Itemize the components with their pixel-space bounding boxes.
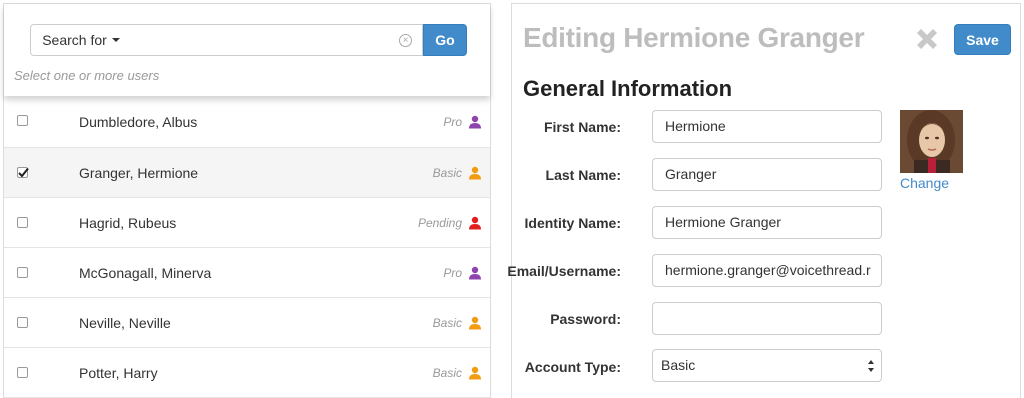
caret-down-icon [111,38,120,42]
user-list: Dumbledore, Albus Pro Granger, Hermione … [4,96,490,398]
user-checkbox[interactable] [17,316,28,328]
user-type: Pro [443,265,462,280]
go-button[interactable]: Go [423,24,467,56]
search-bar: Search for × Go Select one or more users [4,4,490,96]
user-type: Pro [443,114,462,129]
password-field[interactable] [652,302,882,335]
select-arrows-icon [868,360,874,372]
close-icon[interactable] [912,24,942,54]
user-editor-panel: Editing Hermione Granger Save General In… [507,3,1021,398]
search-for-label: Search for [42,32,107,48]
user-name: Hagrid, Rubeus [79,214,177,231]
user-name: McGonagall, Minerva [79,264,212,281]
user-list-panel: Search for × Go Select one or more users… [3,3,491,398]
user-row[interactable]: Neville, Neville Basic [4,298,490,348]
first-name-field[interactable]: Hermione [652,110,882,143]
user-type: Basic [432,165,462,180]
clear-icon[interactable]: × [399,34,412,47]
user-row[interactable]: Hagrid, Rubeus Pending [4,198,490,248]
user-icon [469,316,481,329]
user-row[interactable]: Granger, Hermione Basic [4,148,490,198]
editor-title: Editing Hermione Granger [523,22,865,53]
user-name: Neville, Neville [79,314,171,331]
user-checkbox[interactable] [17,114,28,126]
user-type: Basic [432,315,462,330]
user-checkbox[interactable] [17,366,28,378]
save-button[interactable]: Save [954,24,1011,55]
account-type-label: Account Type: [524,359,621,375]
user-icon [469,166,481,179]
email-label: Email/Username: [507,263,621,279]
search-for-dropdown[interactable]: Search for [30,24,132,56]
avatar [900,110,963,173]
last-name-label: Last Name: [545,167,621,183]
last-name-field[interactable]: Granger [652,158,882,191]
user-type: Pending [417,215,462,230]
password-label: Password: [550,311,621,327]
user-icon [469,216,481,229]
user-checkbox[interactable] [17,266,28,278]
user-icon [469,366,481,379]
identity-name-label: Identity Name: [524,215,621,231]
account-type-value: Basic [661,357,696,373]
account-type-select[interactable]: Basic [652,349,882,382]
search-input[interactable]: × [131,24,423,56]
user-row[interactable]: Potter, Harry Basic [4,348,490,398]
user-row[interactable]: Dumbledore, Albus Pro [4,96,490,148]
identity-name-field[interactable]: Hermione Granger [652,206,882,239]
user-name: Potter, Harry [79,364,158,381]
user-row[interactable]: McGonagall, Minerva Pro [4,248,490,298]
section-title: General Information [523,76,733,101]
first-name-label: First Name: [543,119,621,135]
user-name: Dumbledore, Albus [79,113,198,130]
user-type: Basic [432,365,462,380]
change-avatar-link[interactable]: Change [900,175,949,191]
checkmark-icon [18,167,29,177]
user-name: Granger, Hermione [79,164,199,181]
avatar-image [900,110,963,173]
user-checkbox[interactable] [17,216,28,228]
user-checkbox[interactable] [17,166,29,178]
search-hint: Select one or more users [14,68,160,83]
user-icon [469,115,481,128]
user-icon [469,266,481,279]
search-group: Search for × Go [30,24,467,56]
email-field[interactable]: hermione.granger@voicethread.r [652,254,882,287]
